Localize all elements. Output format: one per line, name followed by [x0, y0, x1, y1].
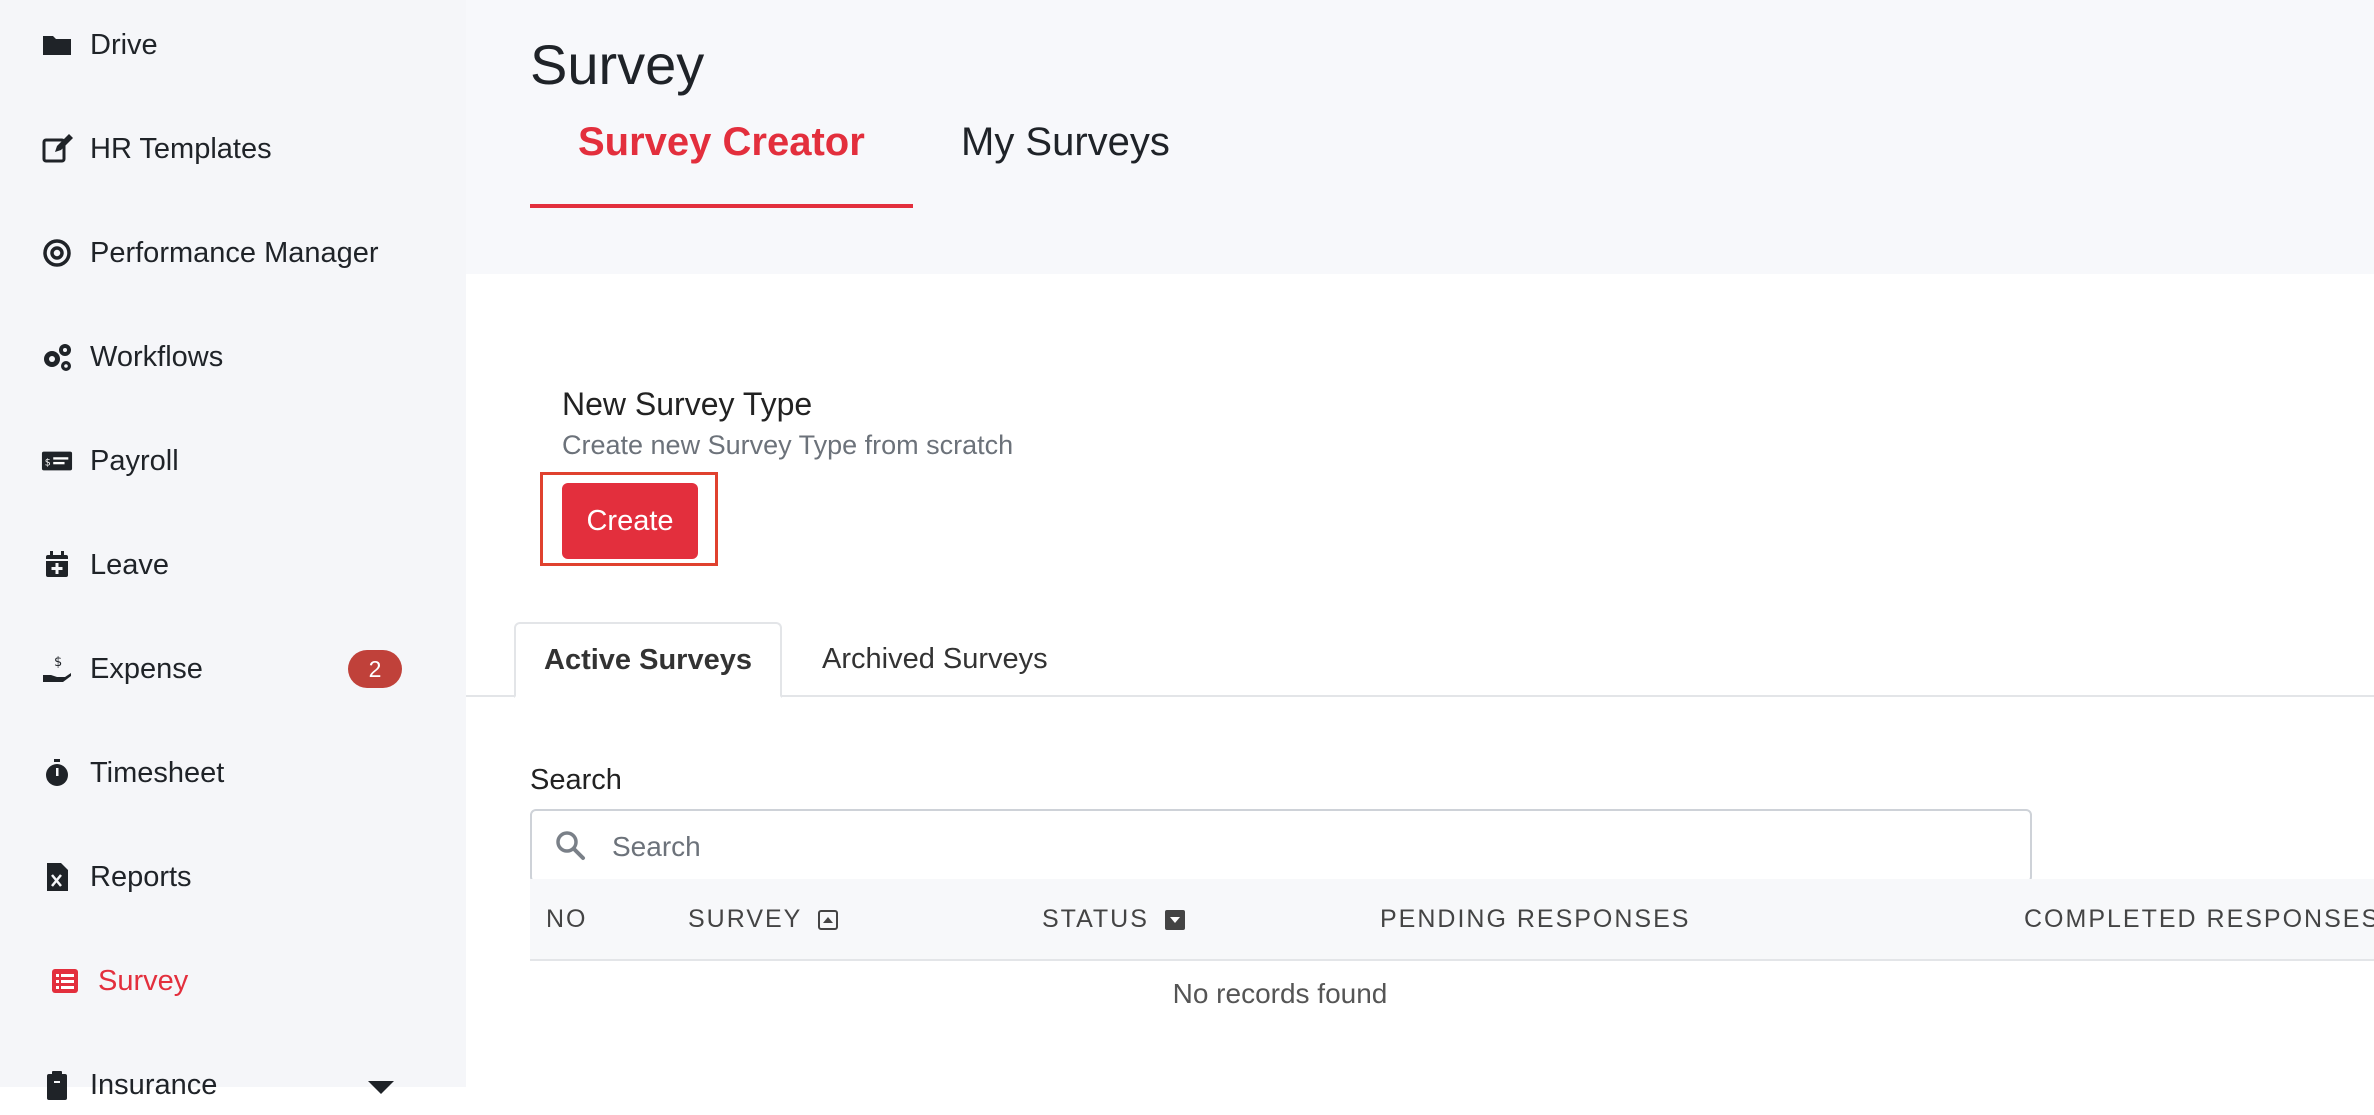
- sidebar-item-label: Insurance: [90, 1068, 218, 1101]
- sidebar-item-label: Reports: [90, 860, 192, 893]
- table-empty-row: No records found: [530, 960, 2374, 1087]
- sidebar-item-timesheet[interactable]: Timesheet: [0, 743, 466, 803]
- search-field[interactable]: [530, 809, 2032, 883]
- sidebar: Drive HR Templates Performance Manager W…: [0, 0, 466, 1101]
- tab-active-surveys[interactable]: Active Surveys: [514, 622, 782, 698]
- column-header-label: SURVEY: [688, 905, 803, 933]
- page-title: Survey: [530, 33, 705, 96]
- sidebar-item-label: Payroll: [90, 444, 179, 477]
- main-content: New Survey Type Create new Survey Type f…: [466, 274, 2374, 1087]
- expense-count-badge: 2: [348, 650, 402, 688]
- sidebar-item-hr-templates[interactable]: HR Templates: [0, 119, 466, 179]
- sidebar-item-drive[interactable]: Drive: [0, 15, 466, 75]
- new-survey-type-title: New Survey Type: [562, 386, 813, 422]
- table-header: NO SURVEY STATUS PENDING RESPONSES COMPL…: [530, 879, 2374, 961]
- sidebar-item-label: Workflows: [90, 340, 224, 373]
- target-icon: [40, 236, 74, 270]
- sidebar-item-performance-manager[interactable]: Performance Manager: [0, 223, 466, 283]
- list-icon: [48, 964, 82, 998]
- sidebar-item-label: Leave: [90, 548, 170, 581]
- money-check-icon: $: [40, 444, 74, 478]
- tab-archived-surveys[interactable]: Archived Surveys: [822, 622, 1048, 696]
- sidebar-item-workflows[interactable]: Workflows: [0, 327, 466, 387]
- search-input[interactable]: [610, 821, 2014, 873]
- svg-text:$: $: [45, 458, 51, 469]
- sidebar-item-expense[interactable]: $ Expense 2: [0, 639, 466, 699]
- sidebar-item-label: Timesheet: [90, 756, 225, 789]
- column-header-label: STATUS: [1042, 905, 1149, 933]
- edit-icon: [40, 132, 74, 166]
- sidebar-item-label: Performance Manager: [90, 236, 379, 269]
- search-icon: [556, 831, 585, 860]
- gears-icon: [40, 340, 74, 374]
- search-label: Search: [530, 764, 622, 796]
- column-header-label: PENDING RESPONSES: [1380, 905, 1691, 933]
- sort-down-icon[interactable]: [1164, 909, 1185, 930]
- empty-message: No records found: [1172, 978, 1388, 1009]
- chevron-down-icon[interactable]: [368, 1081, 394, 1094]
- sidebar-item-survey[interactable]: Survey: [0, 951, 466, 1011]
- column-header-label: COMPLETED RESPONSES: [2024, 905, 2374, 933]
- sidebar-item-label: Expense: [90, 652, 203, 685]
- hand-dollar-icon: $: [40, 652, 74, 686]
- svg-text:$: $: [54, 655, 62, 670]
- file-excel-icon: [40, 860, 74, 894]
- new-survey-type-subtitle: Create new Survey Type from scratch: [562, 430, 1014, 460]
- sidebar-item-payroll[interactable]: $ Payroll: [0, 431, 466, 491]
- sidebar-item-label: Drive: [90, 28, 158, 61]
- column-header-status[interactable]: STATUS: [1042, 905, 1185, 934]
- stopwatch-icon: [40, 756, 74, 790]
- sidebar-item-leave[interactable]: Leave: [0, 535, 466, 595]
- column-header-completed-responses[interactable]: COMPLETED RESPONSES: [2024, 905, 2374, 934]
- sidebar-item-label: HR Templates: [90, 132, 272, 165]
- sidebar-item-label: Survey: [98, 964, 189, 997]
- tab-survey-creator[interactable]: Survey Creator: [578, 120, 865, 165]
- sidebar-item-insurance[interactable]: Insurance: [0, 1055, 466, 1115]
- folder-icon: [40, 28, 74, 62]
- column-header-survey[interactable]: SURVEY: [688, 905, 839, 934]
- active-tab-indicator: [530, 204, 913, 208]
- tab-my-surveys[interactable]: My Surveys: [961, 120, 1170, 165]
- column-header-no[interactable]: NO: [546, 905, 588, 934]
- column-header-label: NO: [546, 905, 588, 933]
- column-header-pending-responses[interactable]: PENDING RESPONSES: [1380, 905, 1690, 934]
- sort-up-icon[interactable]: [818, 909, 839, 930]
- calendar-plus-icon: [40, 548, 74, 582]
- clipboard-icon: [40, 1068, 74, 1102]
- sidebar-item-reports[interactable]: Reports: [0, 847, 466, 907]
- page-header: Survey Survey Creator My Surveys: [466, 0, 2374, 274]
- create-button[interactable]: Create: [562, 483, 698, 559]
